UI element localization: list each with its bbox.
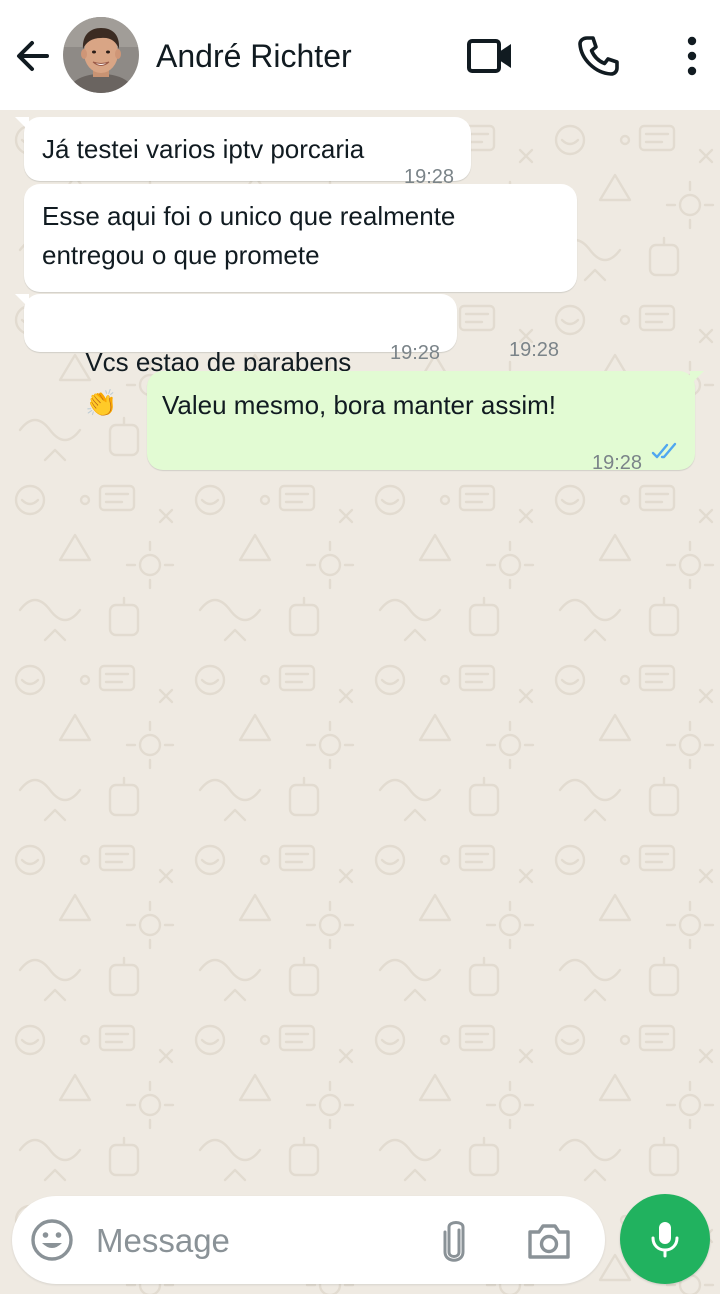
message-bubble-incoming[interactable]: Esse aqui foi o unico que realmente entr…: [24, 184, 577, 361]
message-text-line-2: entregou o que promete: [42, 240, 320, 270]
chat-header: André Richter: [0, 0, 720, 110]
attach-button[interactable]: [432, 1216, 476, 1266]
message-time: 19:28: [592, 452, 643, 474]
message-bubble-outgoing[interactable]: Valeu mesmo, bora manter assim! 19:28: [147, 371, 704, 474]
microphone-icon: [651, 1222, 679, 1258]
chat-area[interactable]: Já testei varios iptv porcaria 19:28 Ess…: [0, 110, 720, 1294]
voice-call-button[interactable]: [570, 28, 626, 84]
video-camera-icon: [467, 39, 511, 73]
message-bubble-incoming[interactable]: Vcs estao de parabens 👏 19:28: [15, 294, 457, 416]
read-double-check-icon: [651, 442, 677, 459]
more-options-button[interactable]: [664, 28, 720, 84]
contact-avatar[interactable]: [63, 17, 139, 93]
more-vertical-icon: [687, 36, 697, 76]
message-time: 19:28: [509, 339, 560, 361]
message-text: Valeu mesmo, bora manter assim!: [162, 390, 556, 420]
arrow-back-icon: [17, 41, 49, 71]
camera-button[interactable]: [524, 1216, 574, 1266]
phone-icon: [578, 36, 619, 76]
clapping-hands-emoji: 👏: [85, 388, 118, 419]
emoji-smiley-icon: [31, 1219, 73, 1261]
paperclip-icon: [443, 1221, 465, 1262]
back-button[interactable]: [10, 33, 56, 79]
camera-icon: [528, 1224, 570, 1259]
message-input[interactable]: [96, 1216, 416, 1266]
message-text-line-1: Esse aqui foi o unico que realmente: [42, 201, 456, 231]
message-composer: [12, 1196, 605, 1284]
message-time: 19:28: [390, 342, 441, 364]
message-bubble-incoming[interactable]: Já testei varios iptv porcaria 19:28: [15, 117, 471, 188]
message-text: Já testei varios iptv porcaria: [42, 134, 365, 164]
contact-name[interactable]: André Richter: [156, 36, 352, 76]
video-call-button[interactable]: [462, 28, 518, 84]
voice-message-button[interactable]: [620, 1194, 710, 1284]
emoji-button[interactable]: [28, 1216, 76, 1264]
